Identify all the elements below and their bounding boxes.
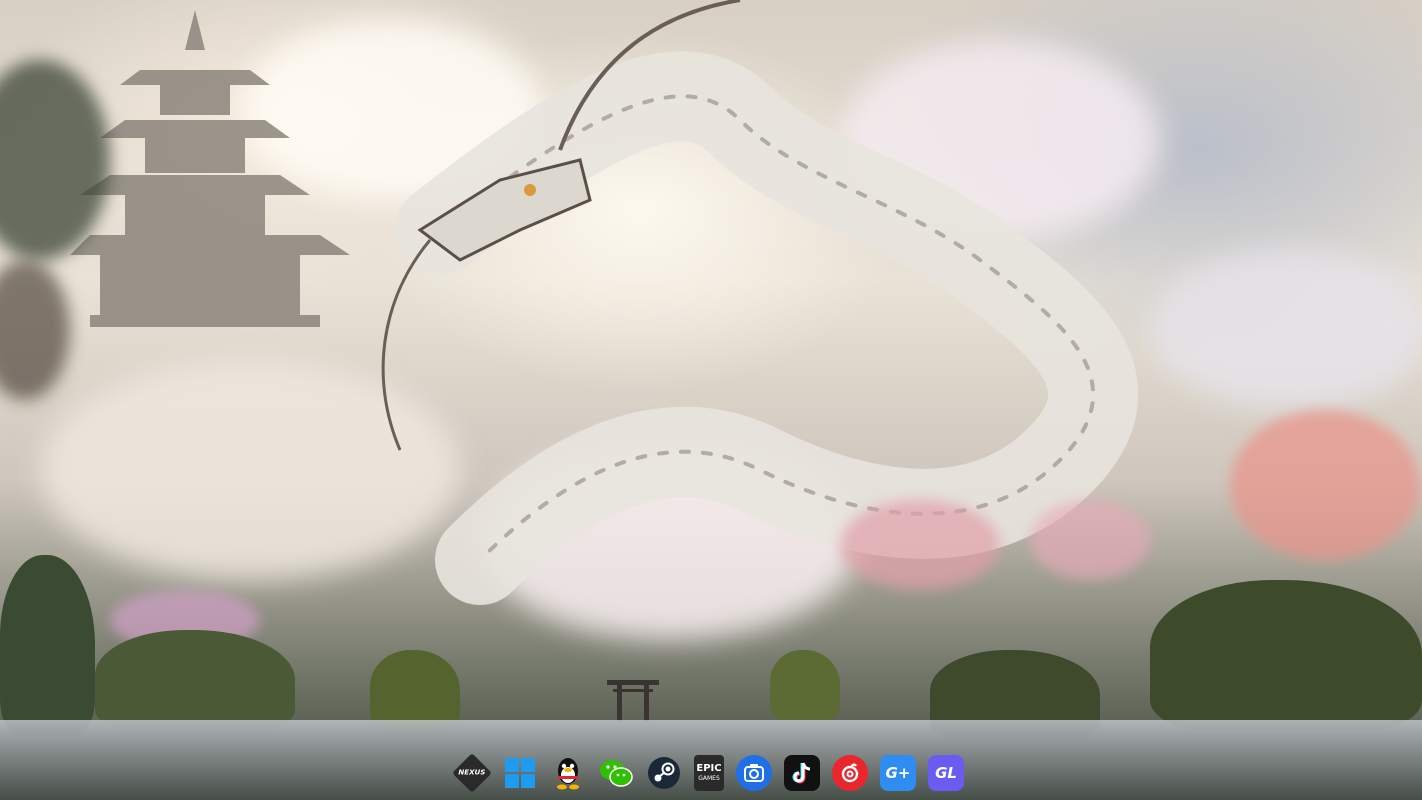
gplus-label: G+ bbox=[885, 763, 911, 782]
pagoda-illustration bbox=[70, 10, 350, 327]
desktop-wallpaper bbox=[0, 0, 1422, 800]
steam-icon[interactable] bbox=[646, 755, 682, 791]
taskbar: NEXUS EPIC GAMES G+ GL bbox=[450, 750, 982, 796]
nexus-icon[interactable]: NEXUS bbox=[452, 753, 492, 793]
windows-icon[interactable] bbox=[502, 755, 538, 791]
cherry-blossom bbox=[1030, 500, 1150, 580]
rock bbox=[0, 555, 95, 735]
epic-label-line2: GAMES bbox=[698, 775, 720, 782]
gl-icon[interactable]: GL bbox=[928, 755, 964, 791]
camera-glyph bbox=[744, 764, 764, 782]
gate-illustration bbox=[607, 680, 659, 722]
dragon-illustration bbox=[381, 0, 1139, 605]
nexus-label: NEXUS bbox=[458, 768, 486, 777]
tree-left bbox=[0, 260, 70, 400]
rock bbox=[95, 630, 295, 730]
camera-icon[interactable] bbox=[736, 755, 772, 791]
tiktok-icon[interactable] bbox=[784, 755, 820, 791]
gl-label: GL bbox=[935, 763, 957, 782]
steam-logo bbox=[648, 757, 680, 789]
windows-logo bbox=[505, 758, 535, 788]
cherry-blossom bbox=[1230, 410, 1420, 560]
epic-games-icon[interactable]: EPIC GAMES bbox=[694, 755, 724, 791]
epic-label-line1: EPIC bbox=[696, 763, 722, 774]
rock bbox=[1150, 580, 1422, 730]
cherry-blossom bbox=[840, 500, 1000, 590]
rock bbox=[770, 650, 840, 720]
qq-logo bbox=[557, 758, 579, 790]
netease-glyph bbox=[841, 763, 859, 783]
g-plus-icon[interactable]: G+ bbox=[880, 755, 916, 791]
tiktok-glyph bbox=[792, 762, 811, 784]
netease-music-icon[interactable] bbox=[832, 755, 868, 791]
rock bbox=[370, 650, 460, 730]
qq-penguin-icon[interactable] bbox=[550, 755, 586, 791]
cloud bbox=[1150, 250, 1422, 410]
wechat-icon[interactable] bbox=[598, 755, 634, 791]
wechat-logo bbox=[600, 760, 633, 787]
